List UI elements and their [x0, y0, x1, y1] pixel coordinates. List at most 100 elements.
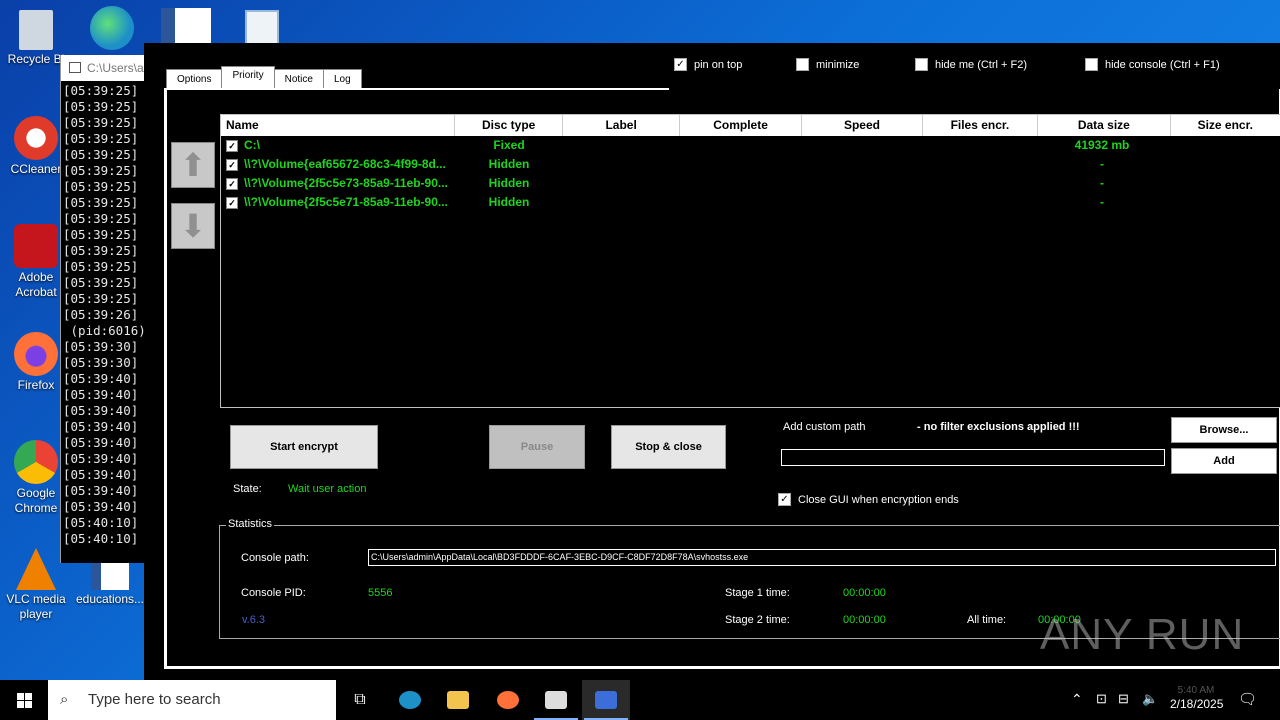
- drive-label-cell: [563, 174, 679, 193]
- add-button[interactable]: Add: [1171, 448, 1277, 474]
- stage2-label: Stage 2 time:: [725, 614, 790, 626]
- minimize-checkbox[interactable]: minimize: [796, 58, 859, 71]
- stage1-value: 00:00:00: [843, 587, 886, 599]
- drive-speed-cell: [801, 193, 921, 212]
- browse-button[interactable]: Browse...: [1171, 417, 1277, 443]
- taskbar-edge[interactable]: [386, 680, 434, 720]
- console-title-bar[interactable]: C:\Users\a: [61, 55, 147, 81]
- drive-label-cell: [563, 193, 679, 212]
- column-complete[interactable]: Complete: [680, 115, 803, 136]
- drive-type-cell: Hidden: [488, 176, 530, 190]
- drive-row[interactable]: ✓ \\?\Volume{2f5c5e71-85a9-11eb-90... Hidd…: [221, 193, 1280, 212]
- tray-volume-icon[interactable]: 🔈: [1142, 691, 1158, 707]
- console-line: [05:39:40]: [63, 403, 139, 418]
- taskbar-file-explorer[interactable]: [434, 680, 482, 720]
- tray-clock[interactable]: 5:40 AM 2/18/2025: [1170, 685, 1223, 711]
- move-down-button[interactable]: ⬇: [171, 203, 215, 249]
- custom-path-input[interactable]: [781, 449, 1165, 466]
- tab-options[interactable]: Options: [166, 69, 223, 90]
- column-disc-type[interactable]: Disc type: [455, 115, 564, 136]
- drive-name-cell: ✓ \\?\Volume{2f5c5e73-85a9-11eb-90...: [221, 174, 455, 193]
- start-encrypt-button[interactable]: Start encrypt: [230, 425, 378, 469]
- taskbar-app-1[interactable]: [532, 680, 580, 720]
- drive-list[interactable]: Name Disc type Label Complete Speed File…: [220, 114, 1280, 408]
- drive-name-cell: ✓ C:\: [221, 136, 455, 155]
- tab-log[interactable]: Log: [322, 69, 362, 90]
- pause-button[interactable]: Pause: [489, 425, 585, 469]
- state-label: State:: [233, 483, 262, 495]
- notification-icon[interactable]: 🗨: [1238, 690, 1257, 708]
- hide-me-checkbox[interactable]: hide me (Ctrl + F2): [915, 58, 1027, 71]
- console-line: [05:39:25]: [63, 99, 139, 114]
- taskbar-firefox[interactable]: [484, 680, 532, 720]
- console-pid-value: 5556: [368, 587, 393, 599]
- tray-device-icon[interactable]: ⊟: [1118, 691, 1129, 707]
- console-line: [05:39:26]: [63, 307, 139, 322]
- folder-icon: [447, 691, 469, 709]
- column-name[interactable]: Name: [221, 115, 455, 136]
- desktop-icon-edge[interactable]: [74, 6, 150, 52]
- task-view-button[interactable]: ⧉: [336, 680, 384, 720]
- vlc-icon: [16, 548, 56, 590]
- drive-name-cell: ✓ \\?\Volume{eaf65672-68c3-4f99-8d...: [221, 155, 455, 174]
- drive-type-cell: Hidden: [488, 157, 530, 171]
- arrow-up-icon: ⬆: [179, 147, 207, 183]
- console-line: [05:39:40]: [63, 419, 139, 434]
- column-data-size[interactable]: Data size: [1038, 115, 1171, 136]
- move-up-button[interactable]: ⬆: [171, 142, 215, 188]
- tray-chevron-icon[interactable]: ⌃: [1071, 691, 1083, 708]
- tab-notice[interactable]: Notice: [273, 69, 324, 90]
- arrow-down-icon: ⬇: [179, 208, 207, 244]
- console-window[interactable]: C:\Users\a [05:39:25] [05:39:25] [05:39:25…: [60, 55, 147, 563]
- drive-files-encr-cell: [921, 174, 1036, 193]
- drive-label-cell: [563, 136, 679, 155]
- acrobat-icon: [14, 224, 58, 268]
- console-line: [05:39:30]: [63, 355, 139, 370]
- drive-files-encr-cell: [921, 155, 1036, 174]
- console-line: [05:39:40]: [63, 499, 139, 514]
- drive-complete-cell: [679, 174, 801, 193]
- desktop-icon-word-doc[interactable]: [148, 8, 224, 48]
- drive-row[interactable]: ✓ \\?\Volume{eaf65672-68c3-4f99-8d... Hidd…: [221, 155, 1280, 174]
- windows-logo-icon: [16, 692, 32, 708]
- drive-name: \\?\Volume{2f5c5e73-85a9-11eb-90...: [244, 176, 448, 190]
- console-line: (pid:6016): [63, 323, 146, 338]
- drive-row[interactable]: ✓ C:\ Fixed 41932 mb: [221, 136, 1280, 155]
- pin-on-top-checkbox[interactable]: ✓ pin on top: [674, 58, 742, 71]
- column-files-encr[interactable]: Files encr.: [923, 115, 1039, 136]
- edge-icon: [90, 6, 134, 50]
- console-output: [05:39:25] [05:39:25] [05:39:25] [05:39:25]…: [61, 81, 147, 547]
- state-value: Wait user action: [288, 483, 367, 495]
- column-speed[interactable]: Speed: [802, 115, 923, 136]
- statistics-title: Statistics: [226, 518, 275, 530]
- stage2-value: 00:00:00: [843, 614, 886, 626]
- column-label[interactable]: Label: [563, 115, 680, 136]
- close-gui-checkbox[interactable]: ✓ Close GUI when encryption ends: [778, 493, 959, 506]
- drive-files-encr-cell: [921, 193, 1036, 212]
- tab-priority[interactable]: Priority: [221, 66, 275, 90]
- hide-console-checkbox[interactable]: hide console (Ctrl + F1): [1085, 58, 1220, 71]
- console-path-field[interactable]: C:\Users\admin\AppData\Local\BD3FDDDF-6C…: [368, 549, 1276, 566]
- console-line: [05:39:25]: [63, 131, 139, 146]
- drive-checkbox[interactable]: ✓: [226, 158, 238, 171]
- console-line: [05:39:25]: [63, 243, 139, 258]
- drive-row[interactable]: ✓ \\?\Volume{2f5c5e73-85a9-11eb-90... Hidd…: [221, 174, 1280, 193]
- drive-speed-cell: [801, 174, 921, 193]
- tray-network-icon[interactable]: ⊡: [1096, 691, 1107, 707]
- console-line: [05:39:25]: [63, 259, 139, 274]
- start-button[interactable]: [0, 680, 48, 720]
- drive-files-encr-cell: [921, 136, 1036, 155]
- firefox-icon: [14, 332, 58, 376]
- taskbar-search[interactable]: ⌕ Type here to search: [48, 680, 336, 720]
- ransomware-app-window[interactable]: Options Priority Notice Log ✓ pin on top …: [144, 43, 1280, 694]
- drive-checkbox[interactable]: ✓: [226, 196, 238, 209]
- stop-close-button[interactable]: Stop & close: [611, 425, 726, 469]
- drive-checkbox[interactable]: ✓: [226, 139, 238, 152]
- tab-bar: Options Priority Notice Log: [166, 66, 362, 90]
- drive-checkbox[interactable]: ✓: [226, 177, 238, 190]
- column-size-encr[interactable]: Size encr.: [1171, 115, 1280, 136]
- desktop-icon-educations[interactable]: educations...: [72, 560, 148, 607]
- taskbar-app-2[interactable]: [582, 680, 630, 720]
- drive-speed-cell: [801, 136, 921, 155]
- checkbox-unchecked: [1085, 58, 1098, 71]
